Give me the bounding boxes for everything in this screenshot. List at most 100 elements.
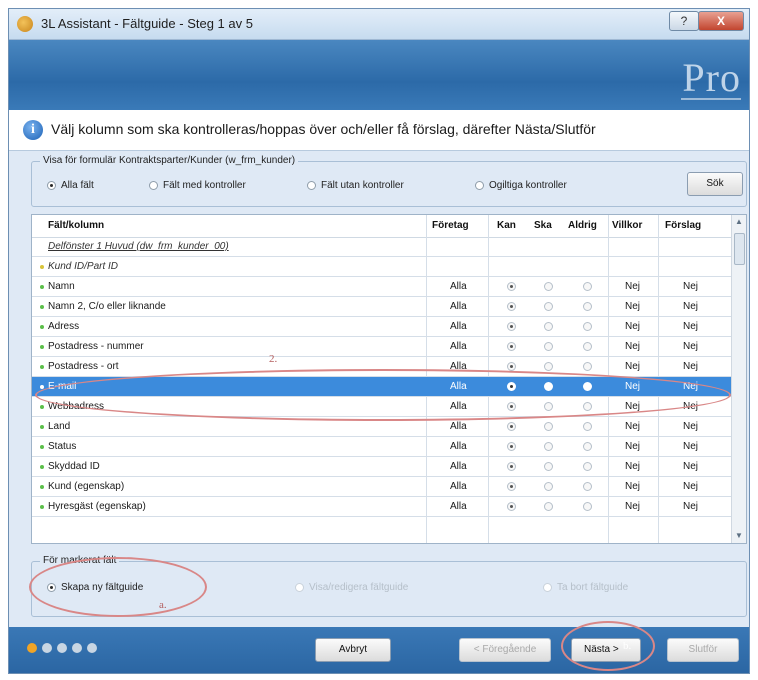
conditions-cell[interactable]: Nej <box>625 281 640 292</box>
suggestion-cell[interactable]: Nej <box>683 441 698 452</box>
radio-aldrig[interactable] <box>583 362 592 371</box>
company-cell: Alla <box>450 461 467 472</box>
suggestion-cell[interactable]: Nej <box>683 301 698 312</box>
conditions-cell[interactable]: Nej <box>625 421 640 432</box>
table-row[interactable]: Namn 2, C/o eller liknande Alla Nej Nej <box>32 297 732 317</box>
radio-dot[interactable] <box>149 181 158 190</box>
radio-aldrig[interactable] <box>583 342 592 351</box>
table-row[interactable]: Adress Alla Nej Nej <box>32 317 732 337</box>
table-row[interactable]: Hyresgäst (egenskap) Alla Nej Nej <box>32 497 732 517</box>
radio-dot[interactable] <box>295 583 304 592</box>
table-row[interactable]: Kund (egenskap) Alla Nej Nej <box>32 477 732 497</box>
radio-kan[interactable] <box>507 302 516 311</box>
header-company[interactable]: Företag <box>432 220 469 231</box>
section-row[interactable]: Delfönster 1 Huvud (dw_frm_kunder_00) <box>32 237 732 257</box>
radio-dot[interactable] <box>47 181 56 190</box>
header-never[interactable]: Aldrig <box>568 220 597 231</box>
scroll-down-icon[interactable]: ▼ <box>734 531 744 541</box>
radio-ogiltiga-kontroller[interactable]: Ogiltiga kontroller <box>475 180 567 191</box>
radio-falt-med-kontroller[interactable]: Fält med kontroller <box>149 180 246 191</box>
table-row[interactable]: Namn Alla Nej Nej <box>32 277 732 297</box>
status-bullet-icon <box>40 285 44 289</box>
conditions-cell[interactable]: Nej <box>625 441 640 452</box>
radio-aldrig[interactable] <box>583 482 592 491</box>
search-button[interactable]: Sök <box>687 172 743 196</box>
annotation-row-mark: 2. <box>269 353 278 365</box>
suggestion-cell[interactable]: Nej <box>683 341 698 352</box>
radio-kan[interactable] <box>507 482 516 491</box>
radio-aldrig[interactable] <box>583 322 592 331</box>
radio-kan[interactable] <box>507 362 516 371</box>
header-conditions[interactable]: Villkor <box>612 220 642 231</box>
title-bar[interactable]: 3L Assistant - Fältguide - Steg 1 av 5 ?… <box>9 9 749 40</box>
suggestion-cell[interactable]: Nej <box>683 421 698 432</box>
radio-aldrig[interactable] <box>583 422 592 431</box>
radio-ska[interactable] <box>544 442 553 451</box>
radio-ska[interactable] <box>544 482 553 491</box>
radio-ska[interactable] <box>544 502 553 511</box>
header-field[interactable]: Fält/kolumn <box>48 220 104 231</box>
suggestion-cell[interactable]: Nej <box>683 321 698 332</box>
suggestion-cell[interactable]: Nej <box>683 501 698 512</box>
header-can[interactable]: Kan <box>497 220 516 231</box>
table-row[interactable]: Postadress - nummer Alla Nej Nej <box>32 337 732 357</box>
radio-kan[interactable] <box>507 502 516 511</box>
grid-header: Fält/kolumn Företag Kan Ska Aldrig Villk… <box>32 215 732 238</box>
cancel-button[interactable]: Avbryt <box>315 638 391 662</box>
radio-aldrig[interactable] <box>583 462 592 471</box>
conditions-cell[interactable]: Nej <box>625 341 640 352</box>
conditions-cell[interactable]: Nej <box>625 301 640 312</box>
radio-ska[interactable] <box>544 342 553 351</box>
radio-dot[interactable] <box>543 583 552 592</box>
conditions-cell[interactable]: Nej <box>625 501 640 512</box>
radio-ska[interactable] <box>544 362 553 371</box>
radio-dot[interactable] <box>307 181 316 190</box>
status-bullet-icon <box>40 465 44 469</box>
radio-visa-redigera-faltguide[interactable]: Visa/redigera fältguide <box>295 582 408 593</box>
radio-kan[interactable] <box>507 282 516 291</box>
suggestion-cell[interactable]: Nej <box>683 461 698 472</box>
header-must[interactable]: Ska <box>534 220 552 231</box>
radio-falt-utan-kontroller[interactable]: Fält utan kontroller <box>307 180 404 191</box>
assistant-window: 3L Assistant - Fältguide - Steg 1 av 5 ?… <box>8 8 750 674</box>
scroll-up-icon[interactable]: ▲ <box>734 217 744 227</box>
radio-ska[interactable] <box>544 462 553 471</box>
radio-ska[interactable] <box>544 322 553 331</box>
radio-ta-bort-faltguide[interactable]: Ta bort fältguide <box>543 582 628 593</box>
radio-ska[interactable] <box>544 282 553 291</box>
radio-kan[interactable] <box>507 342 516 351</box>
radio-kan[interactable] <box>507 442 516 451</box>
suggestion-cell[interactable]: Nej <box>683 361 698 372</box>
grid-scrollbar[interactable]: ▲ ▼ <box>731 215 746 543</box>
radio-kan[interactable] <box>507 422 516 431</box>
radio-dot[interactable] <box>475 181 484 190</box>
section-row[interactable]: Kund ID/Part ID <box>32 257 732 277</box>
conditions-cell[interactable]: Nej <box>625 321 640 332</box>
suggestion-cell[interactable]: Nej <box>683 481 698 492</box>
conditions-cell[interactable]: Nej <box>625 461 640 472</box>
radio-aldrig[interactable] <box>583 442 592 451</box>
scroll-thumb[interactable] <box>734 233 745 265</box>
radio-kan[interactable] <box>507 322 516 331</box>
header-suggestion[interactable]: Förslag <box>665 220 701 231</box>
help-button[interactable]: ? <box>669 11 699 31</box>
progress-step-3 <box>57 643 67 653</box>
radio-aldrig[interactable] <box>583 502 592 511</box>
radio-kan[interactable] <box>507 462 516 471</box>
status-bullet-icon <box>40 365 44 369</box>
finish-button[interactable]: Slutför <box>667 638 739 662</box>
radio-ska[interactable] <box>544 302 553 311</box>
radio-aldrig[interactable] <box>583 282 592 291</box>
conditions-cell[interactable]: Nej <box>625 361 640 372</box>
radio-aldrig[interactable] <box>583 302 592 311</box>
conditions-cell[interactable]: Nej <box>625 481 640 492</box>
close-button[interactable]: X <box>698 11 744 31</box>
previous-button[interactable]: < Föregående <box>459 638 551 662</box>
field-name: Namn 2, C/o eller liknande <box>48 301 166 312</box>
radio-alla-falt[interactable]: Alla fält <box>47 180 94 191</box>
radio-ska[interactable] <box>544 422 553 431</box>
table-row[interactable]: Status Alla Nej Nej <box>32 437 732 457</box>
field-name: Hyresgäst (egenskap) <box>48 501 146 512</box>
table-row[interactable]: Skyddad ID Alla Nej Nej <box>32 457 732 477</box>
suggestion-cell[interactable]: Nej <box>683 281 698 292</box>
